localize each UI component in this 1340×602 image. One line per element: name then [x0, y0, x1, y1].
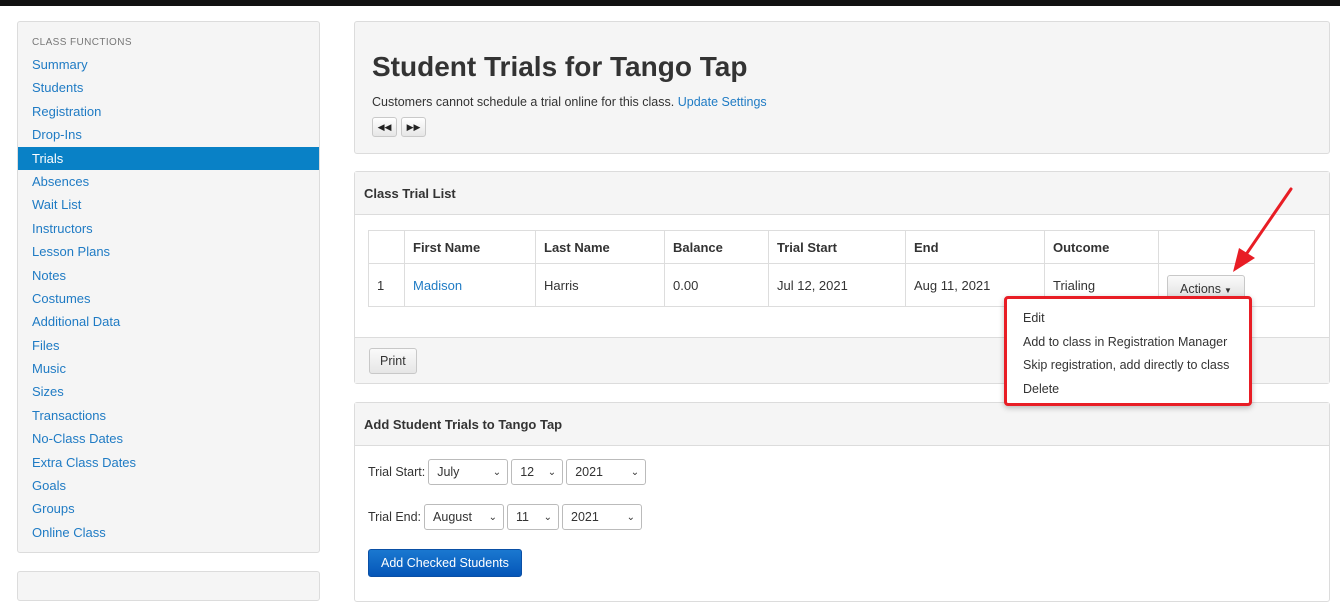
sidebar-item-music[interactable]: Music [18, 357, 319, 380]
trial-start-month-select[interactable]: July ⌄ [428, 459, 509, 485]
fast-forward-icon: ▶▶ [406, 121, 421, 132]
sidebar-item-costumes[interactable]: Costumes [18, 287, 319, 310]
col-header-actions [1158, 230, 1315, 264]
last-name-cell: Harris [535, 263, 665, 307]
row-number: 1 [368, 263, 405, 307]
sidebar-header: CLASS FUNCTIONS [32, 37, 132, 48]
trial-start-day-value: 12 [520, 465, 535, 479]
sidebar-secondary-panel [17, 571, 320, 601]
sidebar-menu: Summary Students Registration Drop-Ins T… [18, 53, 319, 544]
sidebar-item-groups[interactable]: Groups [18, 497, 319, 520]
trial-start-year-value: 2021 [575, 465, 603, 479]
sidebar-item-registration[interactable]: Registration [18, 100, 319, 123]
col-header-balance[interactable]: Balance [664, 230, 769, 264]
trial-end-month-value: August [433, 510, 472, 524]
trial-end-year-select[interactable]: 2021 ⌄ [562, 504, 643, 530]
online-trial-note-text: Customers cannot schedule a trial online… [372, 95, 675, 109]
trial-end-day-value: 11 [516, 510, 530, 524]
col-header-outcome[interactable]: Outcome [1044, 230, 1159, 264]
trial-start-year-select[interactable]: 2021 ⌄ [566, 459, 647, 485]
col-header-end[interactable]: End [905, 230, 1045, 264]
next-class-button[interactable]: ▶▶ [401, 117, 426, 137]
sidebar-item-students[interactable]: Students [18, 76, 319, 99]
col-header-index [368, 230, 405, 264]
update-settings-link[interactable]: Update Settings [678, 95, 767, 109]
sidebar-item-notes[interactable]: Notes [18, 264, 319, 287]
rewind-icon: ◀◀ [377, 121, 392, 132]
nav-buttons: ◀◀ ▶▶ [372, 117, 426, 137]
chevron-down-icon: ⌄ [547, 466, 557, 478]
first-name-cell: Madison [404, 263, 536, 307]
chevron-down-icon: ⌄ [492, 466, 502, 478]
menu-item-add-to-registration-manager[interactable]: Add to class in Registration Manager [1007, 331, 1249, 355]
add-checked-students-button[interactable]: Add Checked Students [368, 549, 522, 577]
class-functions-sidebar: CLASS FUNCTIONS Summary Students Registr… [17, 21, 320, 553]
top-bar [0, 0, 1340, 6]
sidebar-item-transactions[interactable]: Transactions [18, 404, 319, 427]
student-link[interactable]: Madison [413, 278, 462, 293]
print-button[interactable]: Print [369, 348, 417, 374]
trial-end-year-value: 2021 [571, 510, 599, 524]
trial-end-row: Trial End: August ⌄ 11 ⌄ 2021 ⌄ [368, 504, 643, 530]
chevron-down-icon: ⌄ [626, 511, 636, 523]
online-trial-note: Customers cannot schedule a trial online… [372, 95, 767, 109]
trial-start-label: Trial Start: [368, 465, 426, 479]
menu-item-edit[interactable]: Edit [1007, 307, 1249, 331]
caret-down-icon: ▼ [1224, 286, 1232, 295]
trial-end-month-select[interactable]: August ⌄ [424, 504, 505, 530]
col-header-trial-start[interactable]: Trial Start [768, 230, 906, 264]
actions-button-label: Actions [1180, 282, 1221, 296]
trial-end-day-select[interactable]: 11 ⌄ [507, 504, 560, 530]
sidebar-item-additional-data[interactable]: Additional Data [18, 310, 319, 333]
trial-start-month-value: July [437, 465, 460, 479]
add-trials-title: Add Student Trials to Tango Tap [355, 403, 1329, 446]
sidebar-item-extra-class-dates[interactable]: Extra Class Dates [18, 451, 319, 474]
page-title: Student Trials for Tango Tap [372, 51, 748, 82]
actions-dropdown-menu: Edit Add to class in Registration Manage… [1004, 296, 1252, 406]
page-header-panel: Student Trials for Tango Tap Customers c… [354, 21, 1330, 154]
table-header-row: First Name Last Name Balance Trial Start… [368, 230, 1315, 264]
sidebar-item-summary[interactable]: Summary [18, 53, 319, 76]
previous-class-button[interactable]: ◀◀ [372, 117, 397, 137]
sidebar-item-drop-ins[interactable]: Drop-Ins [18, 123, 319, 146]
sidebar-item-wait-list[interactable]: Wait List [18, 193, 319, 216]
trial-start-row: Trial Start: July ⌄ 12 ⌄ 2021 ⌄ [368, 459, 647, 485]
add-student-trials-panel: Add Student Trials to Tango Tap Trial St… [354, 402, 1330, 602]
sidebar-item-goals[interactable]: Goals [18, 474, 319, 497]
sidebar-item-sizes[interactable]: Sizes [18, 380, 319, 403]
chevron-down-icon: ⌄ [488, 511, 498, 523]
col-header-first-name[interactable]: First Name [404, 230, 536, 264]
chevron-down-icon: ⌄ [630, 466, 640, 478]
sidebar-item-absences[interactable]: Absences [18, 170, 319, 193]
trial-start-day-select[interactable]: 12 ⌄ [511, 459, 564, 485]
sidebar-item-files[interactable]: Files [18, 334, 319, 357]
balance-cell: 0.00 [664, 263, 769, 307]
sidebar-item-no-class-dates[interactable]: No-Class Dates [18, 427, 319, 450]
menu-item-delete[interactable]: Delete [1007, 378, 1249, 402]
chevron-down-icon: ⌄ [543, 511, 553, 523]
col-header-last-name[interactable]: Last Name [535, 230, 665, 264]
sidebar-item-online-class[interactable]: Online Class [18, 521, 319, 544]
sidebar-item-lesson-plans[interactable]: Lesson Plans [18, 240, 319, 263]
trial-end-label: Trial End: [368, 510, 422, 524]
trial-list-title: Class Trial List [355, 172, 1329, 215]
menu-item-skip-registration[interactable]: Skip registration, add directly to class [1007, 354, 1249, 378]
sidebar-item-trials[interactable]: Trials [18, 146, 319, 170]
trial-start-cell: Jul 12, 2021 [768, 263, 906, 307]
sidebar-item-instructors[interactable]: Instructors [18, 217, 319, 240]
